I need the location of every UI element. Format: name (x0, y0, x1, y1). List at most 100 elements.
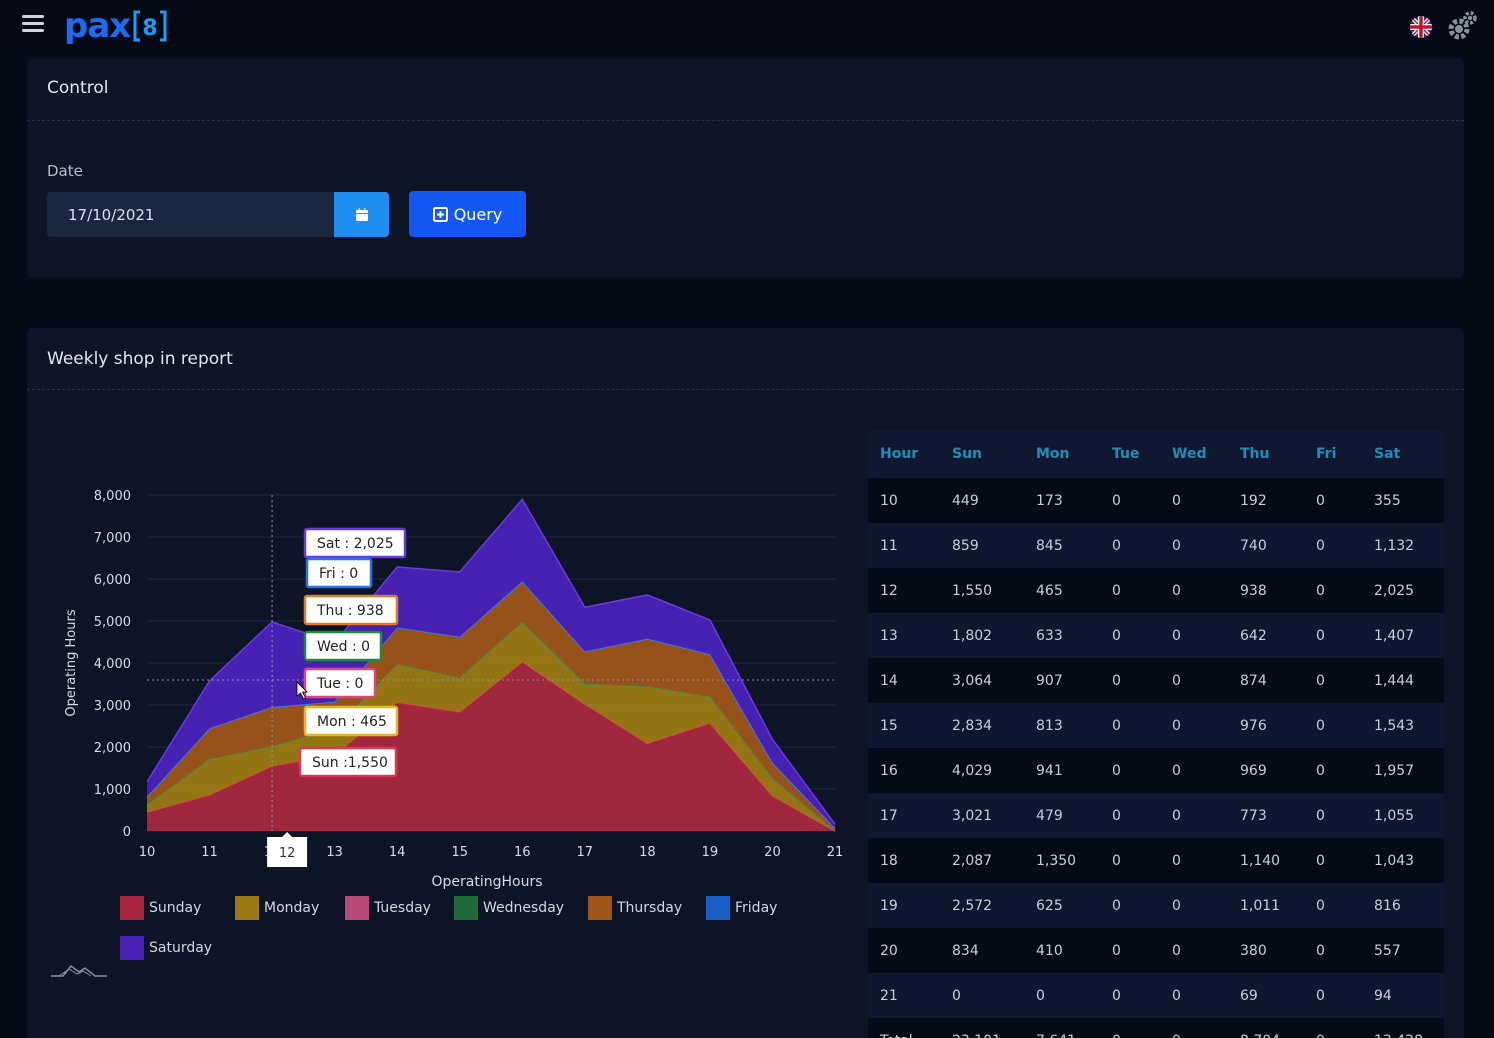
uk-flag-icon[interactable] (1410, 16, 1432, 38)
table-cell: 0 (1100, 613, 1160, 658)
table-cell: 0 (1160, 973, 1228, 1018)
table-cell: 23,101 (940, 1018, 1024, 1038)
table-header-cell[interactable]: Sat (1362, 430, 1444, 478)
table-cell: 0 (1160, 838, 1228, 883)
table-cell: 21 (868, 973, 940, 1018)
logo-box-icon: 8 (133, 10, 167, 42)
table-cell: 1,407 (1362, 613, 1444, 658)
x-tick-label: 20 (764, 845, 781, 860)
table-cell: 0 (1100, 928, 1160, 973)
table-header-cell[interactable]: Hour (868, 430, 940, 478)
report-table: Hour Sun Mon Tue Wed Thu Fri Sat 10 449 173 0 0 192 0… (868, 430, 1444, 1038)
y-axis-label: Operating Hours (64, 609, 79, 716)
table-cell: 11 (868, 523, 940, 568)
legend-swatch (454, 896, 478, 920)
legend-swatch (235, 896, 259, 920)
table-cell: 633 (1024, 613, 1100, 658)
gears-icon[interactable] (1446, 10, 1478, 42)
control-divider (27, 120, 1464, 121)
table-cell: 0 (940, 973, 1024, 1018)
hamburger-icon[interactable] (22, 15, 44, 35)
table-header-cell[interactable]: Thu (1228, 430, 1304, 478)
table-cell: 2,572 (940, 883, 1024, 928)
table-cell: 7,641 (1024, 1018, 1100, 1038)
table-cell: 0 (1304, 703, 1362, 748)
table-cell: 0 (1100, 478, 1160, 523)
table-cell: 0 (1160, 883, 1228, 928)
table-cell: 0 (1304, 1018, 1362, 1038)
table-cell: 1,043 (1362, 838, 1444, 883)
logo[interactable]: pax 8 (64, 4, 168, 48)
table-cell: 813 (1024, 703, 1100, 748)
legend-item-tuesday[interactable]: Tuesday (345, 896, 431, 920)
tooltip-text: Mon : 465 (317, 714, 387, 730)
y-tick-label: 0 (123, 825, 131, 840)
table-cell: 69 (1228, 973, 1304, 1018)
table-cell: 938 (1228, 568, 1304, 613)
table-cell: 0 (1160, 568, 1228, 613)
table-cell: 449 (940, 478, 1024, 523)
legend-item-wednesday[interactable]: Wednesday (454, 896, 564, 920)
date-input[interactable] (47, 192, 334, 237)
table-cell: 2,025 (1362, 568, 1444, 613)
table-header-cell[interactable]: Fri (1304, 430, 1362, 478)
legend-swatch (120, 936, 144, 960)
table-row: 21 0 0 0 0 69 0 94 (868, 973, 1444, 1018)
x-tick-label: 21 (827, 845, 844, 860)
legend-item-saturday[interactable]: Saturday (120, 936, 212, 960)
legend-item-thursday[interactable]: Thursday (588, 896, 682, 920)
table-header-cell[interactable]: Tue (1100, 430, 1160, 478)
table-cell: 0 (1160, 703, 1228, 748)
table-cell: 192 (1228, 478, 1304, 523)
table-cell: 874 (1228, 658, 1304, 703)
table-cell: 15 (868, 703, 940, 748)
table-row: 10 449 173 0 0 192 0 355 (868, 478, 1444, 523)
table-cell: 0 (1160, 1018, 1228, 1038)
legend-label: Saturday (149, 940, 213, 956)
table-cell: 0 (1304, 973, 1362, 1018)
query-button[interactable]: Query (409, 191, 526, 237)
x-tick-label: 11 (201, 845, 218, 860)
table-cell: 479 (1024, 793, 1100, 838)
table-cell: 17 (868, 793, 940, 838)
top-bar: pax 8 (0, 0, 1494, 54)
legend-item-monday[interactable]: Monday (235, 896, 319, 920)
table-cell: 0 (1100, 748, 1160, 793)
legend-label: Friday (735, 900, 778, 916)
table-cell: 0 (1100, 793, 1160, 838)
table-header-cell[interactable]: Mon (1024, 430, 1100, 478)
calendar-button[interactable] (334, 192, 389, 237)
table-row: 13 1,802 633 0 0 642 0 1,407 (868, 613, 1444, 658)
table-cell: 0 (1100, 523, 1160, 568)
table-cell: 1,550 (940, 568, 1024, 613)
table-cell: 1,350 (1024, 838, 1100, 883)
table-cell: 740 (1228, 523, 1304, 568)
table-cell: 0 (1304, 883, 1362, 928)
table-cell: 20 (868, 928, 940, 973)
legend-label: Wednesday (483, 900, 565, 916)
report-table-wrapper[interactable]: Hour Sun Mon Tue Wed Thu Fri Sat 10 449 173 0 0 192 0… (868, 430, 1444, 1038)
area-chart-icon (51, 964, 107, 977)
legend-item-friday[interactable]: Friday (706, 896, 777, 920)
crosshair-x-label: 12 (267, 832, 308, 867)
legend-item-sunday[interactable]: Sunday (120, 896, 201, 920)
tooltip-sat: Sat : 2,025 (303, 527, 407, 559)
query-label: Query (453, 204, 503, 224)
table-cell: 907 (1024, 658, 1100, 703)
table-cell: 0 (1304, 928, 1362, 973)
area-chart[interactable]: 0 1,000 2,000 3,000 4,000 5,000 6,000 7,000 8,00… (27, 328, 868, 948)
table-cell: Total (868, 1018, 940, 1038)
date-label: Date (47, 162, 83, 180)
table-header-cell[interactable]: Sun (940, 430, 1024, 478)
table-cell: 941 (1024, 748, 1100, 793)
table-header-cell[interactable]: Wed (1160, 430, 1228, 478)
table-cell: 8,704 (1228, 1018, 1304, 1038)
legend-label: Monday (264, 900, 320, 916)
tooltip-text: Wed : 0 (317, 639, 370, 655)
table-cell: 969 (1228, 748, 1304, 793)
table-row: 20 834 410 0 0 380 0 557 (868, 928, 1444, 973)
table-cell: 0 (1304, 478, 1362, 523)
table-cell: 0 (1304, 568, 1362, 613)
tooltip-text: Fri : 0 (319, 566, 358, 582)
tooltip-fri: Fri : 0 (305, 557, 373, 589)
